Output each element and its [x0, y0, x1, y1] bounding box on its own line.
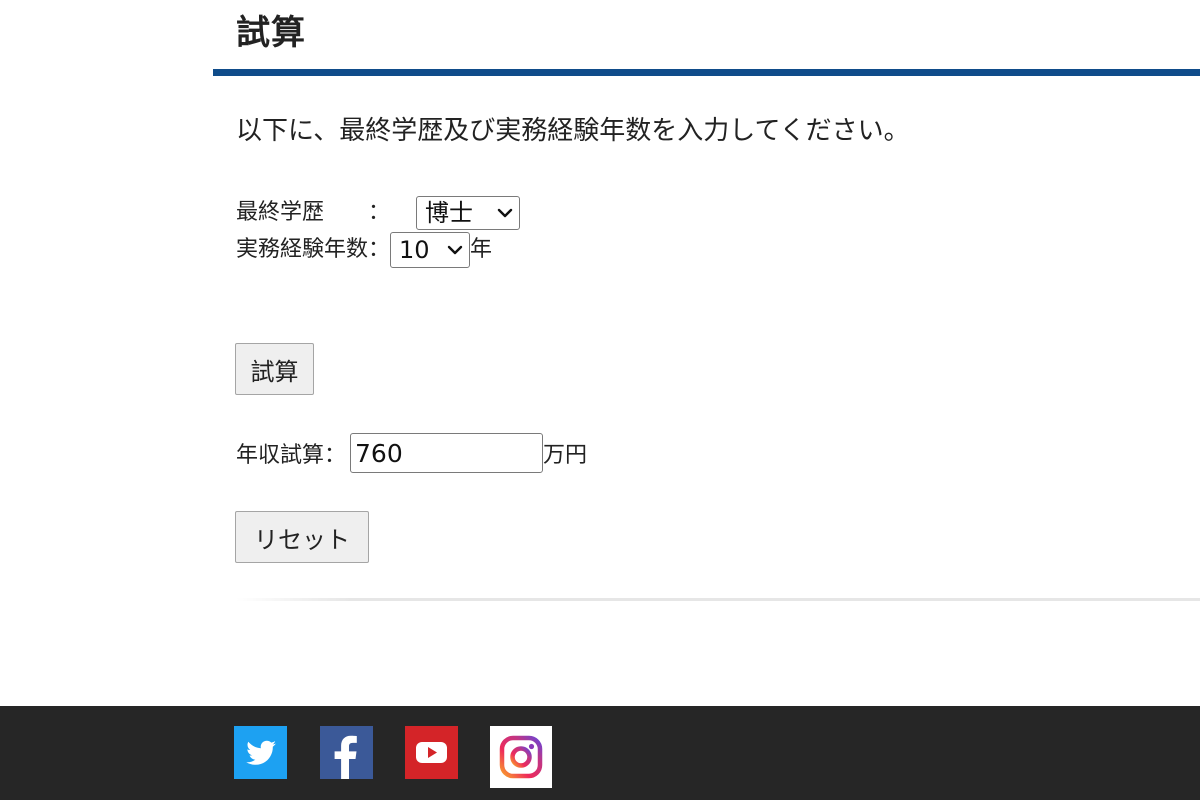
youtube-icon — [405, 726, 458, 779]
education-label: 最終学歴 ： — [236, 200, 391, 225]
reset-button[interactable]: リセット — [235, 511, 369, 563]
education-row: 最終学歴 ： 博士 — [236, 196, 520, 230]
years-label: 実務経験年数： — [236, 237, 391, 262]
years-row: 実務経験年数： 10 年 — [236, 232, 492, 268]
facebook-link[interactable] — [320, 726, 373, 779]
facebook-icon — [320, 726, 373, 779]
footer — [0, 706, 1200, 800]
instruction-text: 以下に、最終学歴及び実務経験年数を入力してください。 — [236, 116, 910, 146]
calculate-button[interactable]: 試算 — [235, 343, 314, 395]
youtube-link[interactable] — [405, 726, 458, 779]
education-select[interactable]: 博士 — [416, 196, 520, 230]
result-field[interactable] — [350, 433, 544, 473]
twitter-icon — [234, 726, 287, 779]
result-row: 年収試算： 万円 — [236, 433, 587, 473]
education-select-value: 博士 — [425, 199, 473, 227]
result-label: 年収試算： — [236, 443, 347, 468]
years-select[interactable]: 10 — [390, 232, 471, 268]
title-divider — [213, 69, 1200, 76]
chevron-down-icon — [447, 245, 463, 255]
instagram-icon — [490, 726, 552, 788]
main-content: 試算 以下に、最終学歴及び実務経験年数を入力してください。 最終学歴 ： 博士 … — [0, 0, 1200, 706]
years-select-value: 10 — [399, 236, 430, 264]
instagram-link[interactable] — [490, 726, 552, 788]
content-divider — [236, 598, 1200, 601]
result-unit: 万円 — [543, 443, 588, 468]
chevron-down-icon — [497, 208, 513, 218]
twitter-link[interactable] — [234, 726, 287, 779]
years-unit: 年 — [470, 237, 493, 262]
page-title: 試算 — [236, 13, 306, 53]
